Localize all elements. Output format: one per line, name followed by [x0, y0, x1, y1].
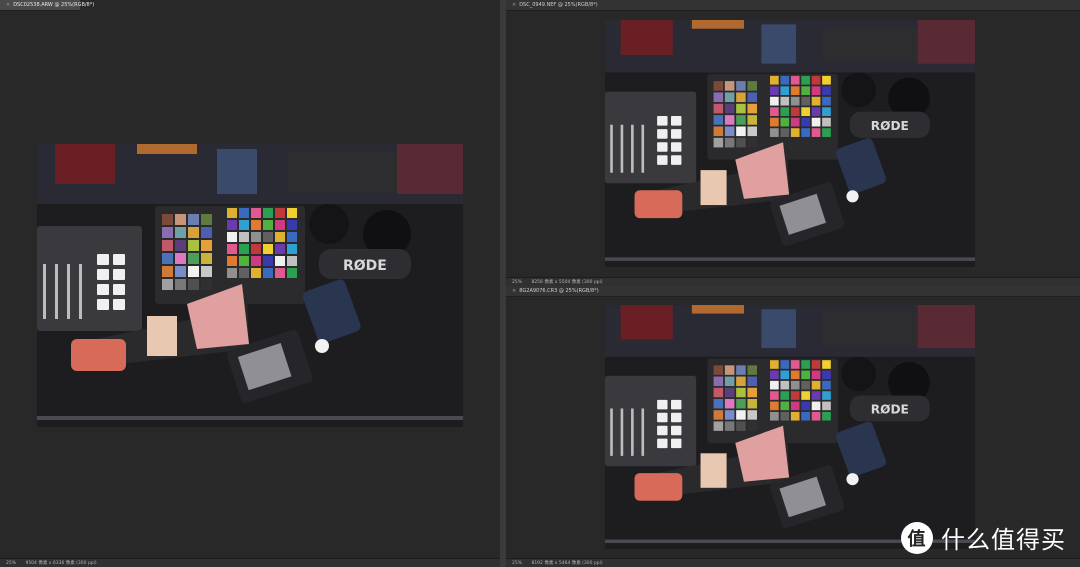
- site-watermark: 值 什么值得买: [901, 520, 1066, 555]
- watermark-logo-text: 值: [907, 528, 927, 550]
- photo-scene: RØDE: [605, 305, 975, 549]
- canvas-image[interactable]: RØDE: [605, 305, 975, 549]
- document-tab-2[interactable]: × DSC_0949.NEF @ 25%(RGB/8*): [506, 0, 1080, 11]
- photo-scene: RØDE: [37, 144, 463, 427]
- document-info: 8256 像素 x 5504 像素 (300 ppi): [531, 280, 603, 285]
- document-tab-label: DSC02538.ARW @ 25%(RGB/8*): [13, 2, 95, 8]
- photo-scene: RØDE: [605, 20, 975, 267]
- document-tab-1[interactable]: × DSC02538.ARW @ 25%(RGB/8*): [0, 0, 94, 11]
- photoshop-workspace: × DSC02538.ARW @ 25%(RGB/8*) RØDE 25% 950…: [0, 0, 1080, 567]
- close-icon[interactable]: ×: [6, 2, 10, 8]
- document-window-1[interactable]: × DSC02538.ARW @ 25%(RGB/8*) RØDE 25% 950…: [0, 0, 500, 567]
- svg-text:RØDE: RØDE: [343, 258, 387, 274]
- close-icon[interactable]: ×: [512, 288, 516, 294]
- document-window-2[interactable]: × DSC_0949.NEF @ 25%(RGB/8*) RØDE 25% 825…: [506, 0, 1080, 286]
- document-info: 8192 像素 x 5464 像素 (300 ppi): [531, 561, 603, 566]
- svg-text:RØDE: RØDE: [871, 403, 909, 417]
- document-tab-label: DSC_0949.NEF @ 25%(RGB/8*): [519, 2, 598, 8]
- zoom-level[interactable]: 25%: [6, 561, 16, 566]
- canvas-image[interactable]: RØDE: [37, 144, 463, 427]
- status-bar: 25% 8192 像素 x 5464 像素 (300 ppi): [506, 558, 1080, 567]
- status-bar: 25% 9504 像素 x 6336 像素 (300 ppi): [0, 558, 500, 567]
- watermark-logo-icon: 值: [901, 521, 933, 554]
- watermark-text: 什么值得买: [941, 526, 1066, 554]
- close-icon[interactable]: ×: [512, 2, 516, 8]
- svg-text:RØDE: RØDE: [871, 119, 909, 133]
- zoom-level[interactable]: 25%: [512, 280, 522, 285]
- document-tab-3[interactable]: × 8G2A9076.CR3 @ 25%(RGB/8*): [506, 286, 1080, 297]
- zoom-level[interactable]: 25%: [512, 561, 522, 566]
- document-tab-label: 8G2A9076.CR3 @ 25%(RGB/8*): [519, 288, 599, 294]
- canvas-image[interactable]: RØDE: [605, 20, 975, 267]
- document-info: 9504 像素 x 6336 像素 (300 ppi): [25, 561, 97, 566]
- status-bar: 25% 8256 像素 x 5504 像素 (300 ppi): [506, 277, 1080, 286]
